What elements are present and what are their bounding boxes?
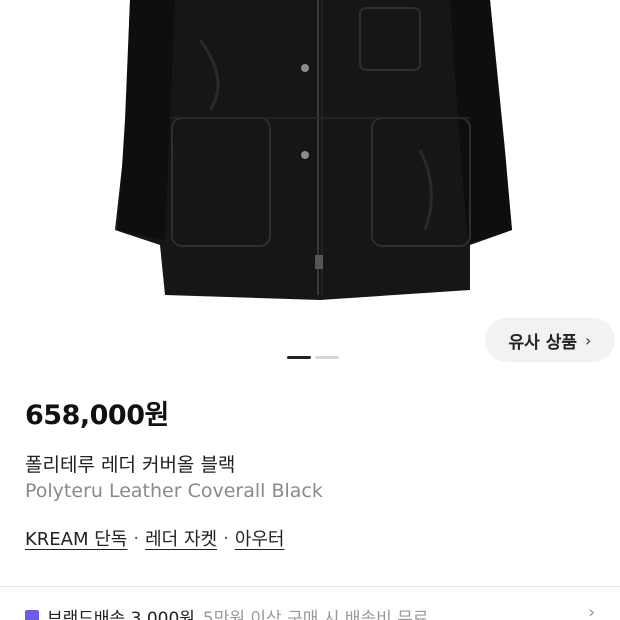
jacket-illustration [115,0,512,300]
carousel-indicator [287,356,339,359]
product-name-korean: 폴리테루 레더 커버올 블랙 [25,454,236,476]
product-image[interactable] [0,0,620,320]
tag-kream-exclusive[interactable]: KREAM 단독 [25,525,127,551]
shipping-info[interactable]: 브랜드배송 3,000원 5만원 이상 구매 시 배송비 무료 [25,604,428,620]
tag-separator: · [133,527,140,549]
product-price: 658,000원 [25,400,169,431]
section-divider [0,586,620,587]
similar-products-button[interactable]: 유사 상품 › [485,318,615,362]
carousel-dot[interactable] [315,356,339,359]
similar-products-label: 유사 상품 [508,332,578,353]
product-tags: KREAM 단독 · 레더 자켓 · 아우터 [25,525,285,551]
chevron-right-icon: › [585,330,592,350]
shipping-label: 브랜드배송 3,000원 [47,609,195,620]
chevron-right-icon[interactable]: › [588,602,595,620]
truck-icon [25,609,39,620]
product-name-english: Polyteru Leather Coverall Black [25,480,323,502]
shipping-subtext: 5만원 이상 구매 시 배송비 무료 [202,609,429,620]
tag-leather-jacket[interactable]: 레더 자켓 [145,525,217,551]
carousel-dot-active[interactable] [287,356,311,359]
tag-outer[interactable]: 아우터 [235,525,285,551]
tag-separator: · [223,527,229,549]
